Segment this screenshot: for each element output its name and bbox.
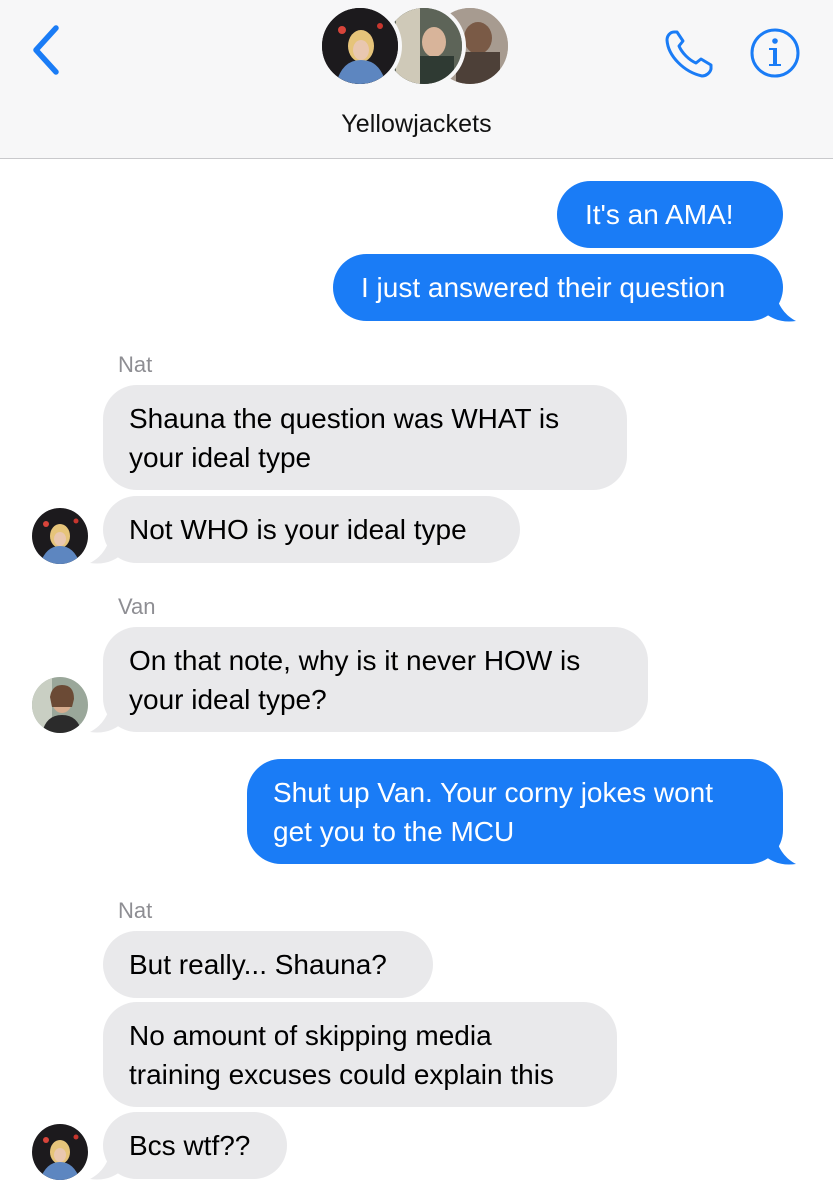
outgoing-message[interactable]: Shut up Van. Your corny jokes wont get y… — [247, 759, 783, 864]
bubble-tail — [90, 1152, 124, 1180]
message-text: I just answered their question — [361, 272, 726, 303]
message-text: Bcs wtf?? — [129, 1130, 251, 1161]
message-line: On that note, why is it never HOW is — [129, 645, 581, 676]
message-line: Shut up Van. Your corny jokes wont — [273, 777, 713, 808]
back-button[interactable] — [28, 24, 68, 76]
message-text: But really... Shauna? — [129, 949, 387, 980]
incoming-message[interactable]: Shauna the question was WHAT is your ide… — [103, 385, 627, 490]
outgoing-message[interactable]: I just answered their question — [333, 254, 783, 321]
message-line: your ideal type — [129, 442, 312, 473]
message-line: your ideal type? — [129, 684, 327, 715]
bubble-tail — [90, 705, 124, 733]
bubble-tail — [90, 536, 124, 564]
message-line: No amount of skipping media — [129, 1020, 492, 1051]
info-icon — [750, 28, 800, 78]
sender-name: Van — [118, 594, 156, 619]
avatar[interactable] — [32, 1124, 88, 1180]
bubble-tail — [762, 837, 796, 865]
message-line: get you to the MCU — [273, 816, 515, 847]
outgoing-message[interactable]: It's an AMA! — [557, 181, 783, 248]
member-avatar-1 — [318, 4, 402, 88]
avatar[interactable] — [32, 508, 88, 564]
message-text: Not WHO is your ideal type — [129, 514, 467, 545]
group-avatar-stack[interactable] — [318, 0, 518, 96]
message-text: It's an AMA! — [585, 199, 734, 230]
chevron-left-icon — [33, 25, 59, 75]
sender-name: Nat — [118, 352, 153, 377]
incoming-message[interactable]: Bcs wtf?? — [103, 1112, 287, 1179]
sender-name: Nat — [118, 898, 153, 923]
info-button[interactable] — [749, 27, 801, 79]
message-line: Shauna the question was WHAT is — [129, 403, 560, 434]
incoming-message[interactable]: On that note, why is it never HOW is you… — [103, 627, 648, 732]
bubble-tail — [762, 294, 796, 322]
conversation-header: Yellowjackets — [0, 0, 833, 159]
message-line: training excuses could explain this — [129, 1059, 554, 1090]
incoming-message[interactable]: But really... Shauna? — [103, 931, 433, 998]
phone-icon — [665, 30, 713, 78]
incoming-message[interactable]: No amount of skipping media training exc… — [103, 1002, 617, 1107]
group-name[interactable]: Yellowjackets — [0, 110, 833, 139]
avatar[interactable] — [32, 677, 88, 733]
incoming-message[interactable]: Not WHO is your ideal type — [103, 496, 520, 563]
call-button[interactable] — [662, 28, 716, 80]
